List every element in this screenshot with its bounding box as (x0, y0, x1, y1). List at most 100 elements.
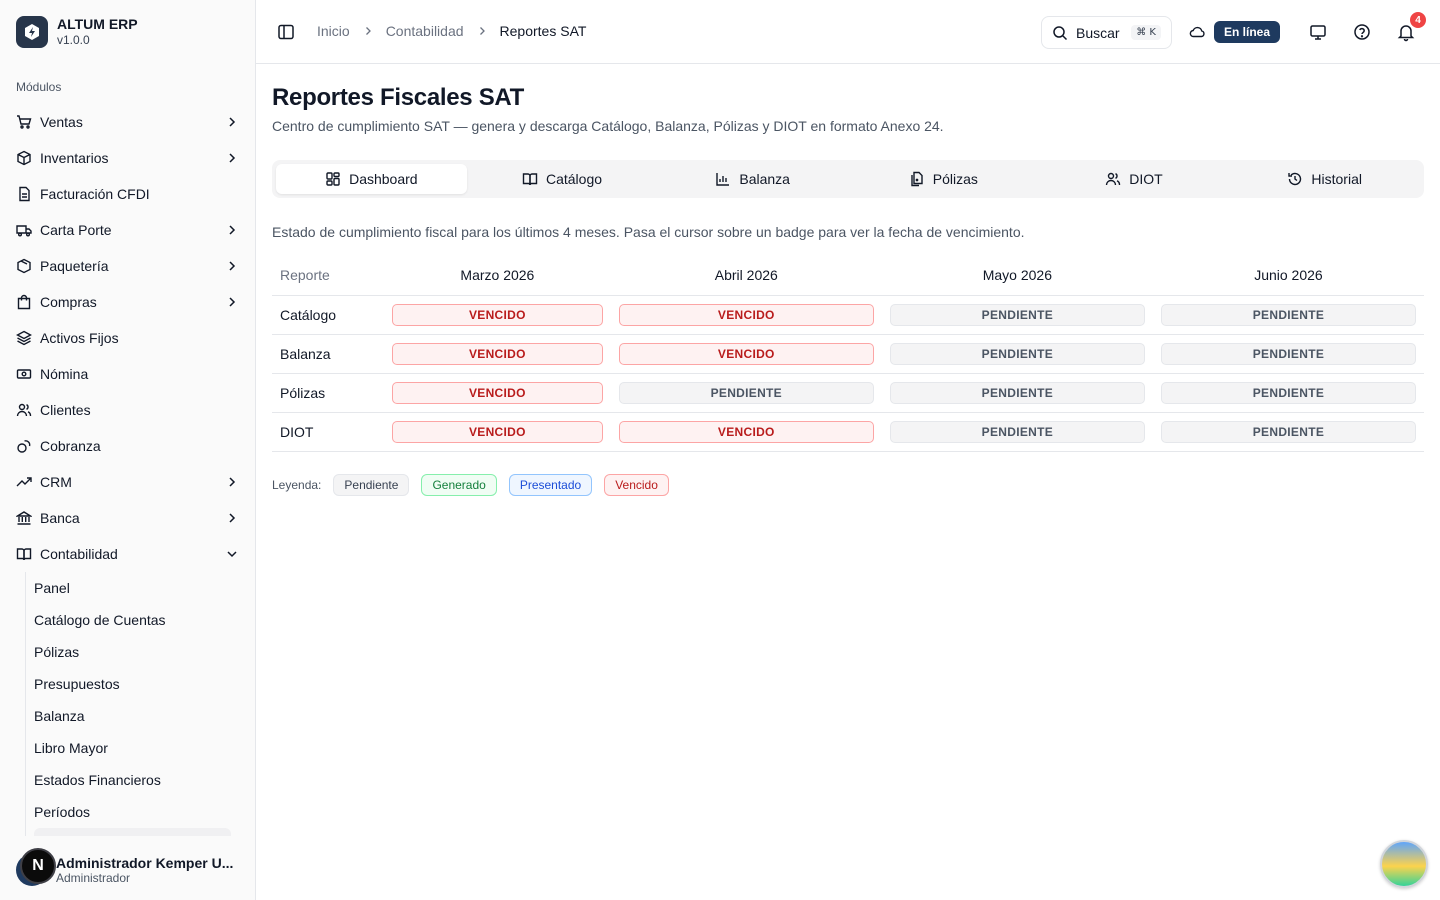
history-icon (1287, 171, 1303, 187)
sidebar-item-label: Nómina (40, 366, 89, 382)
status-badge[interactable]: VENCIDO (618, 342, 874, 365)
subnav-item-balanza[interactable]: Balanza (34, 700, 231, 732)
chevron-right-icon (362, 25, 374, 37)
compliance-table: Reporte Marzo 2026 Abril 2026 Mayo 2026 … (272, 256, 1424, 452)
status-badge[interactable]: PENDIENTE (1160, 303, 1416, 326)
monitor-icon[interactable] (1308, 22, 1328, 42)
tab-label: Historial (1311, 171, 1362, 187)
row-label: Catálogo (272, 295, 384, 335)
status-cell: VENCIDO (610, 334, 882, 374)
users-icon (16, 402, 32, 418)
sidebar-item-banca[interactable]: Banca (8, 500, 248, 536)
package-icon (16, 150, 32, 166)
sidebar-nav: Ventas Inventarios Facturación CFDI Cart… (8, 104, 248, 860)
status-badge[interactable]: PENDIENTE (618, 381, 874, 404)
tab-dashboard[interactable]: Dashboard (276, 164, 467, 194)
tab-historial[interactable]: Historial (1229, 164, 1420, 194)
chevron-right-icon (224, 510, 240, 526)
status-cell: PENDIENTE (1152, 334, 1424, 374)
sidebar-item-clientes[interactable]: Clientes (8, 392, 248, 428)
user-menu[interactable]: N Administrador Kemper U... Administrado… (16, 848, 236, 886)
status-badge[interactable]: VENCIDO (392, 303, 603, 326)
legend-chip-generado: Generado (421, 474, 497, 496)
status-badge[interactable]: PENDIENTE (1160, 420, 1416, 443)
tab-polizas[interactable]: Pólizas (848, 164, 1039, 194)
tab-label: DIOT (1129, 171, 1163, 187)
status-cell: PENDIENTE (881, 334, 1153, 374)
status-badge[interactable]: VENCIDO (392, 381, 603, 404)
coins-icon (16, 438, 32, 454)
sidebar-item-ventas[interactable]: Ventas (8, 104, 248, 140)
tab-balanza[interactable]: Balanza (657, 164, 848, 194)
sidebar-item-label: Banca (40, 510, 80, 526)
sidebar-item-inventarios[interactable]: Inventarios (8, 140, 248, 176)
chevron-right-icon (224, 114, 240, 130)
subnav-item-presupuestos[interactable]: Presupuestos (34, 668, 231, 700)
sidebar-item-nomina[interactable]: Nómina (8, 356, 248, 392)
sidebar-item-label: Inventarios (40, 150, 109, 166)
assistant-widget-icon[interactable] (1380, 840, 1428, 888)
contabilidad-subnav: Panel Catálogo de Cuentas Pólizas Presup… (25, 572, 231, 860)
row-label: DIOT (272, 412, 384, 452)
status-cell: VENCIDO (384, 373, 611, 413)
status-badge[interactable]: PENDIENTE (889, 303, 1145, 326)
sidebar-item-label: Compras (40, 294, 97, 310)
status-badge[interactable]: VENCIDO (618, 420, 874, 443)
sidebar-item-crm[interactable]: CRM (8, 464, 248, 500)
sidebar-item-paqueteria[interactable]: Paquetería (8, 248, 248, 284)
sidebar-item-activos-fijos[interactable]: Activos Fijos (8, 320, 248, 356)
status-cell: PENDIENTE (1152, 412, 1424, 452)
search-button[interactable]: Buscar ⌘ K (1041, 16, 1172, 49)
modules-section-label: Módulos (16, 80, 62, 94)
status-badge[interactable]: PENDIENTE (889, 420, 1145, 443)
chevron-right-icon (224, 150, 240, 166)
page-title: Reportes Fiscales SAT (272, 84, 525, 111)
trending-up-icon (16, 474, 32, 490)
sidebar: ALTUM ERP v1.0.0 Módulos Ventas Inventar… (0, 0, 256, 900)
status-cell: PENDIENTE (1152, 373, 1424, 413)
tab-label: Dashboard (349, 171, 418, 187)
book-icon (16, 546, 32, 562)
sidebar-item-label: Ventas (40, 114, 83, 130)
sidebar-item-label: Carta Porte (40, 222, 112, 238)
sidebar-item-carta-porte[interactable]: Carta Porte (8, 212, 248, 248)
online-status-badge: En línea (1214, 21, 1281, 43)
status-badge[interactable]: VENCIDO (618, 303, 874, 326)
subnav-item-libro-mayor[interactable]: Libro Mayor (34, 732, 231, 764)
status-badge[interactable]: PENDIENTE (1160, 342, 1416, 365)
tab-list: Dashboard Catálogo Balanza Pólizas DIOT … (272, 160, 1424, 198)
breadcrumb-inicio[interactable]: Inicio (317, 23, 350, 39)
subnav-item-estados-financieros[interactable]: Estados Financieros (34, 764, 231, 796)
subnav-item-catalogo-cuentas[interactable]: Catálogo de Cuentas (34, 604, 231, 636)
sidebar-item-compras[interactable]: Compras (8, 284, 248, 320)
brand[interactable]: ALTUM ERP v1.0.0 (16, 16, 138, 48)
sidebar-item-facturacion[interactable]: Facturación CFDI (8, 176, 248, 212)
tab-catalogo[interactable]: Catálogo (467, 164, 658, 194)
subnav-item-periodos[interactable]: Períodos (34, 796, 231, 828)
page-subtitle: Centro de cumplimiento SAT — genera y de… (272, 118, 944, 134)
sidebar-item-contabilidad[interactable]: Contabilidad (8, 536, 248, 572)
top-header: Inicio Contabilidad Reportes SAT Buscar … (256, 0, 1440, 64)
status-badge[interactable]: PENDIENTE (889, 342, 1145, 365)
subnav-item-panel[interactable]: Panel (34, 572, 231, 604)
book-open-icon (522, 171, 538, 187)
status-badge[interactable]: VENCIDO (392, 342, 603, 365)
subnav-item-polizas[interactable]: Pólizas (34, 636, 231, 668)
file-text-icon (16, 186, 32, 202)
dev-badge[interactable]: N (20, 848, 56, 884)
sidebar-toggle-icon[interactable] (276, 22, 296, 42)
chevron-right-icon (224, 258, 240, 274)
legend-chip-presentado: Presentado (508, 474, 593, 496)
cloud-icon (1189, 24, 1205, 40)
status-cell: PENDIENTE (881, 412, 1153, 452)
breadcrumb-contabilidad[interactable]: Contabilidad (386, 23, 464, 39)
notification-count-badge: 4 (1410, 12, 1426, 28)
help-icon[interactable] (1352, 22, 1372, 42)
sidebar-item-cobranza[interactable]: Cobranza (8, 428, 248, 464)
status-badge[interactable]: PENDIENTE (889, 381, 1145, 404)
status-badge[interactable]: VENCIDO (392, 420, 603, 443)
sidebar-item-label: Contabilidad (40, 546, 118, 562)
tab-diot[interactable]: DIOT (1039, 164, 1230, 194)
breadcrumb: Inicio Contabilidad Reportes SAT (317, 23, 586, 39)
status-badge[interactable]: PENDIENTE (1160, 381, 1416, 404)
